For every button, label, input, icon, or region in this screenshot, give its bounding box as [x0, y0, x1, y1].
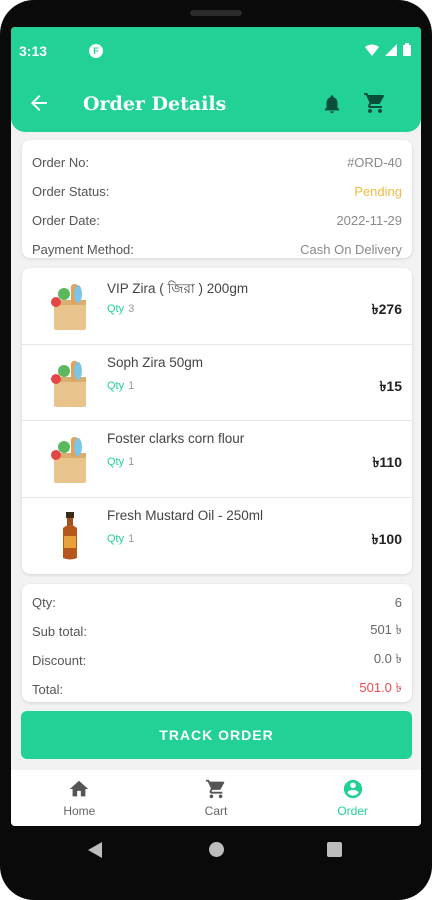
phone-frame: 3:13 F Order Details Order No: #ORD-40 O…	[0, 0, 432, 900]
summary-subtotal-label: Sub total:	[32, 624, 87, 639]
summary-discount-label: Discount:	[32, 653, 87, 668]
system-nav-bar	[0, 826, 432, 876]
speaker-grille	[190, 10, 242, 16]
order-date-row: Order Date: 2022-11-29	[32, 206, 402, 235]
summary-total-label: Total:	[32, 682, 64, 697]
order-status-row: Order Status: Pending	[32, 177, 402, 206]
nav-cart-label: Cart	[204, 804, 228, 818]
list-item[interactable]: Foster clarks corn flour Qty 1 ৳110	[22, 421, 412, 498]
payment-method-row: Payment Method: Cash On Delivery	[32, 235, 402, 264]
app-bar: Order Details	[11, 89, 421, 125]
nav-item-cart[interactable]: Cart	[148, 770, 285, 826]
item-name: Soph Zira 50gm	[107, 354, 204, 370]
nav-item-order[interactable]: Order	[284, 770, 421, 826]
item-qty: Qty 1	[107, 456, 134, 468]
wifi-icon	[365, 44, 379, 56]
item-qty-label: Qty	[107, 379, 125, 392]
order-info-card: Order No: #ORD-40 Order Status: Pending …	[22, 140, 412, 258]
item-qty-value: 1	[128, 456, 135, 468]
order-number-label: Order No:	[32, 155, 90, 170]
item-qty-label: Qty	[107, 303, 125, 315]
item-qty-label: Qty	[107, 456, 125, 468]
summary-total-value: 501.0 ৳	[359, 680, 402, 695]
summary-subtotal-value: 501 ৳	[370, 622, 402, 637]
oil-bottle-icon	[63, 511, 77, 559]
item-name: VIP Zira ( জিরা ) 200gm	[107, 281, 249, 296]
status-bar: 3:13 F	[19, 43, 411, 63]
grocery-bag-icon	[51, 360, 86, 407]
item-price: ৳100	[371, 530, 402, 547]
list-item[interactable]: Fresh Mustard Oil - 250ml Qty 1 ৳100	[22, 498, 412, 575]
grocery-bag-icon	[51, 284, 86, 330]
back-arrow-icon[interactable]	[27, 91, 51, 115]
summary-qty-row: Qty: 6	[32, 588, 402, 617]
cart-icon[interactable]	[363, 91, 387, 115]
list-item[interactable]: Soph Zira 50gm Qty 1 ৳15	[22, 345, 412, 421]
summary-discount-value: 0.0 ৳	[373, 651, 402, 666]
list-item[interactable]: VIP Zira ( জিরা ) 200gm Qty 3 ৳276	[22, 268, 412, 345]
home-icon	[70, 780, 89, 797]
item-qty-value: 1	[128, 379, 135, 392]
cart-icon	[205, 779, 225, 799]
summary-qty-value: 6	[394, 595, 402, 610]
nav-item-home[interactable]: Home	[11, 770, 148, 826]
nav-order-label: Order	[337, 804, 369, 818]
item-qty-label: Qty	[107, 532, 125, 545]
item-qty: Qty 3	[107, 303, 134, 315]
system-recents-icon[interactable]	[327, 842, 342, 857]
system-back-icon[interactable]	[88, 842, 102, 858]
payment-method-value: Cash On Delivery	[300, 242, 402, 257]
page-title: Order Details	[83, 93, 227, 115]
system-home-icon[interactable]	[209, 842, 224, 857]
account-circle-icon	[343, 779, 362, 799]
order-date-value: 2022-11-29	[336, 213, 402, 228]
signal-icon	[385, 43, 397, 56]
track-order-button[interactable]: TRACK ORDER	[21, 711, 412, 759]
item-qty: Qty 1	[107, 380, 134, 392]
order-date-label: Order Date:	[32, 213, 100, 228]
bell-icon[interactable]	[321, 93, 343, 115]
summary-total-row: Total: 501.0 ৳	[32, 675, 402, 704]
item-qty-value: 1	[128, 532, 135, 545]
item-price: ৳110	[372, 454, 402, 470]
item-price: ৳276	[371, 301, 402, 317]
order-status-value: Pending	[354, 184, 402, 199]
order-number-row: Order No: #ORD-40	[32, 148, 402, 177]
summary-discount-row: Discount: 0.0 ৳	[32, 646, 402, 675]
order-status-label: Order Status:	[32, 184, 110, 199]
order-number-value: #ORD-40	[347, 155, 402, 170]
payment-method-label: Payment Method:	[32, 242, 134, 257]
order-items-list: VIP Zira ( জিরা ) 200gm Qty 3 ৳276 Soph Z…	[22, 268, 412, 574]
app-screen: 3:13 F Order Details Order No: #ORD-40 O…	[11, 27, 421, 826]
summary-subtotal-row: Sub total: 501 ৳	[32, 617, 402, 646]
status-time: 3:13	[19, 43, 48, 59]
nav-home-label: Home	[63, 804, 96, 818]
item-name: Fresh Mustard Oil - 250ml	[107, 507, 264, 523]
item-qty: Qty 1	[107, 533, 134, 545]
summary-qty-label: Qty:	[32, 595, 56, 610]
header: 3:13 F Order Details	[11, 27, 421, 132]
notification-app-icon: F	[89, 44, 103, 58]
item-price: ৳15	[379, 377, 402, 394]
status-icons	[365, 43, 411, 56]
grocery-bag-icon	[51, 437, 86, 483]
item-qty-value: 3	[128, 303, 135, 315]
battery-icon	[403, 43, 411, 56]
bottom-nav: Home Cart Order	[11, 770, 421, 826]
order-summary-card: Qty: 6 Sub total: 501 ৳ Discount: 0.0 ৳ …	[22, 584, 412, 702]
item-name: Foster clarks corn flour	[107, 431, 245, 446]
